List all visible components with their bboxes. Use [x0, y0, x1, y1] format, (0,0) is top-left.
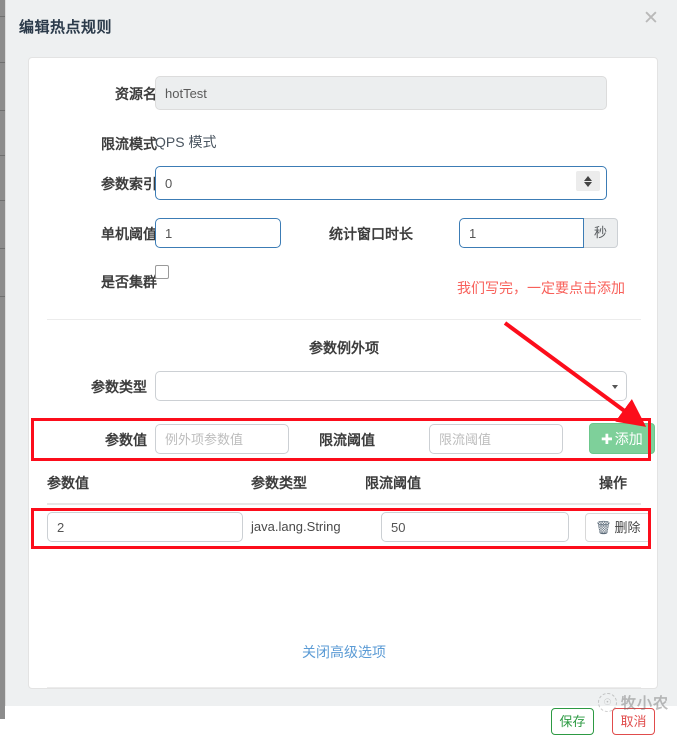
- is-cluster-label: 是否集群: [101, 274, 157, 290]
- col-threshold: 限流阈值: [365, 475, 421, 491]
- is-cluster-checkbox[interactable]: [155, 265, 169, 279]
- row-param-type-value: java.lang.String: [251, 519, 341, 534]
- add-button[interactable]: ✚ 添加: [589, 423, 655, 454]
- close-icon[interactable]: ✕: [639, 6, 663, 30]
- resource-name-input[interactable]: [155, 76, 607, 110]
- field-row-param-type: 参数类型: [29, 371, 659, 402]
- spinner-up-down-icon[interactable]: [576, 171, 600, 191]
- plus-icon: ✚: [601, 432, 613, 448]
- resource-name-label: 资源名: [115, 86, 157, 102]
- param-value-label: 参数值: [105, 432, 147, 448]
- single-threshold-label: 单机阈值: [101, 226, 157, 242]
- flow-mode-value: QPS 模式: [155, 134, 217, 150]
- flow-mode-label: 限流模式: [101, 136, 157, 152]
- add-button-label: 添加: [614, 431, 643, 447]
- circle-logo-icon: ☉: [597, 693, 617, 712]
- field-row-flow-mode: 限流模式 QPS 模式: [29, 132, 659, 154]
- exception-section-title: 参数例外项: [309, 340, 379, 356]
- save-button[interactable]: 保存: [551, 708, 594, 735]
- field-row-exception-entry: 参数值 限流阈值 ✚添加: [29, 423, 659, 455]
- single-threshold-input[interactable]: [155, 218, 281, 248]
- field-row-thresholds: 单机阈值 统计窗口时长 秒: [29, 218, 659, 249]
- exception-table-header: 参数值 参数类型 限流阈值 操作: [29, 473, 659, 499]
- col-action: 操作: [599, 475, 627, 491]
- dialog-header: 编辑热点规则 ✕: [6, 0, 677, 57]
- dialog-title: 编辑热点规则: [19, 19, 113, 36]
- chevron-down-icon[interactable]: [612, 385, 618, 389]
- table-row: java.lang.String 🗑删除: [29, 512, 659, 543]
- edit-hotspot-rule-dialog: 编辑热点规则 ✕ 资源名 限流模式 QPS 模式 参数索引 单机阈值: [5, 0, 677, 735]
- col-param-value: 参数值: [47, 475, 89, 491]
- window-duration-unit: 秒: [584, 218, 619, 248]
- trash-icon: 🗑: [595, 521, 612, 536]
- param-type-label: 参数类型: [91, 379, 147, 395]
- toggle-advanced-options-link[interactable]: 关闭高级选项: [29, 642, 659, 662]
- watermark: ☉ 牧小农: [597, 692, 669, 713]
- row-param-value-input[interactable]: [47, 512, 243, 542]
- param-value-input[interactable]: [155, 424, 289, 454]
- dialog-body: 资源名 限流模式 QPS 模式 参数索引 单机阈值 统计窗口时长 秒: [28, 57, 659, 735]
- field-row-resource-name: 资源名: [29, 76, 659, 110]
- exception-threshold-input[interactable]: [429, 424, 563, 454]
- col-param-type: 参数类型: [251, 475, 307, 491]
- param-index-label: 参数索引: [101, 176, 157, 192]
- window-duration-label: 统计窗口时长: [329, 226, 413, 242]
- row-threshold-input[interactable]: [381, 512, 569, 542]
- delete-row-button[interactable]: 🗑 删除: [585, 513, 651, 542]
- param-index-input[interactable]: [155, 166, 607, 200]
- param-type-select[interactable]: [155, 371, 627, 401]
- delete-row-label: 删除: [614, 520, 641, 535]
- annotation-text: 我们写完，一定要点击添加: [457, 280, 625, 296]
- param-index-input-wrapper: [155, 166, 607, 200]
- field-row-param-index: 参数索引: [29, 166, 659, 200]
- exception-threshold-label: 限流阈值: [319, 432, 375, 448]
- window-duration-input[interactable]: [459, 218, 584, 248]
- watermark-text: 牧小农: [620, 695, 669, 712]
